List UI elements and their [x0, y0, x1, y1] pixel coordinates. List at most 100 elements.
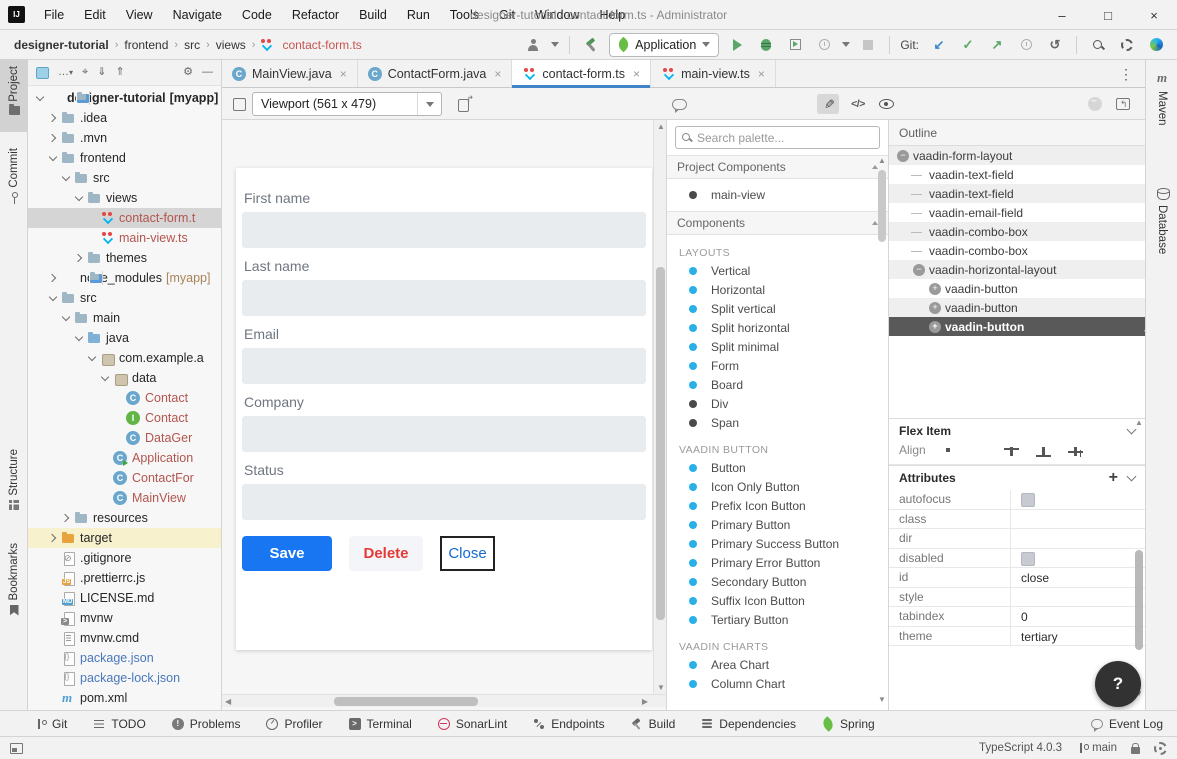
stop-button[interactable]	[857, 34, 879, 56]
palette-row[interactable]: Vertical	[667, 261, 888, 280]
tree-row[interactable]: pom.xml	[28, 688, 221, 708]
tool-window-button[interactable]: Profiler	[266, 717, 322, 731]
scrollbar-thumb[interactable]	[334, 697, 478, 706]
menu-item[interactable]: Navigate	[164, 5, 231, 25]
git-rollback-button[interactable]: ↺	[1044, 34, 1066, 56]
search-everywhere-button[interactable]	[1087, 34, 1109, 56]
align-option-icon[interactable]	[1003, 445, 1021, 458]
tree-chevron-icon[interactable]	[47, 272, 59, 284]
expand-all-icon[interactable]: ⇓	[97, 67, 106, 78]
tree-chevron-icon[interactable]	[47, 112, 59, 124]
chevron-down-icon[interactable]	[842, 42, 850, 47]
tool-window-button[interactable]: Git	[34, 717, 67, 731]
tree-chevron-icon[interactable]	[47, 672, 59, 684]
user-profile-button[interactable]	[522, 34, 544, 56]
tree-chevron-icon[interactable]	[86, 212, 98, 224]
outline-expander-icon[interactable]	[929, 283, 941, 295]
canvas-vertical-scrollbar[interactable]: ▲ ▼	[653, 120, 666, 694]
tree-row[interactable]: contact-form.t	[28, 208, 221, 228]
outline-row[interactable]: vaadin-text-field	[889, 165, 1145, 184]
palette-row[interactable]: Secondary Button	[667, 572, 888, 591]
editor-tab[interactable]: contact-form.ts ×	[512, 60, 651, 87]
attribute-value[interactable]	[1011, 529, 1145, 548]
palette-row[interactable]: Icon Only Button	[667, 477, 888, 496]
tool-tab-project[interactable]: Project	[0, 60, 28, 132]
close-tab-icon[interactable]: ×	[494, 67, 501, 81]
viewport-size-select[interactable]: Viewport (561 x 479)	[252, 92, 442, 116]
tree-chevron-icon[interactable]	[86, 352, 98, 364]
tree-row[interactable]: .prettierrc.js	[28, 568, 221, 588]
palette-row[interactable]: Horizontal	[667, 280, 888, 299]
scroll-up-icon[interactable]: ▲	[878, 156, 886, 165]
palette-row[interactable]: Area Chart	[667, 655, 888, 674]
close-tab-icon[interactable]: ×	[340, 67, 347, 81]
form-button[interactable]: Close	[440, 536, 495, 571]
attribute-row[interactable]: theme tertiary	[889, 627, 1145, 647]
rotate-viewport-button[interactable]	[454, 94, 476, 114]
tree-row[interactable]: node_modules [myapp]	[28, 268, 221, 288]
tree-row[interactable]: designer-tutorial [myapp] C	[28, 88, 221, 108]
outline-expander-icon[interactable]	[913, 226, 925, 238]
run-button[interactable]	[726, 34, 748, 56]
breadcrumb-item[interactable]: views	[214, 38, 248, 52]
palette-row[interactable]: Primary Button	[667, 515, 888, 534]
outline-expander-icon[interactable]	[929, 302, 941, 314]
field-input[interactable]	[242, 212, 646, 248]
tool-tab-structure[interactable]: Structure	[0, 443, 28, 527]
editor-tab[interactable]: ContactForm.java ×	[358, 60, 513, 87]
palette-row[interactable]: Column Chart	[667, 674, 888, 693]
align-option-icon[interactable]	[939, 445, 957, 458]
canvas-horizontal-scrollbar[interactable]: ◀ ▶	[222, 694, 666, 707]
attribute-row[interactable]: disabled	[889, 549, 1145, 569]
run-configuration-select[interactable]: Application	[609, 33, 719, 57]
palette-scrollbar[interactable]: ▲ ▼	[878, 156, 887, 704]
tree-chevron-icon[interactable]	[73, 252, 85, 264]
breadcrumb-item[interactable]: src	[182, 38, 202, 52]
event-log-button[interactable]: Event Log	[1091, 717, 1163, 731]
tree-chevron-icon[interactable]	[47, 572, 59, 584]
tree-row[interactable]: MainView	[28, 488, 221, 508]
hide-panel-icon[interactable]: —	[202, 67, 213, 78]
outline-expander-icon[interactable]	[913, 188, 925, 200]
scrollbar-thumb[interactable]	[656, 267, 665, 620]
attribute-value[interactable]: close	[1011, 568, 1145, 587]
git-history-button[interactable]	[1015, 34, 1037, 56]
tree-row[interactable]: mvnw	[28, 608, 221, 628]
tool-window-button[interactable]: Build	[631, 717, 676, 731]
tool-window-switcher-icon[interactable]	[10, 743, 23, 754]
tree-row[interactable]: data	[28, 368, 221, 388]
field-input[interactable]	[242, 484, 646, 520]
tree-row[interactable]: resources	[28, 508, 221, 528]
outline-row[interactable]: vaadin-combo-box	[889, 241, 1145, 260]
palette-row[interactable]: VAADIN BUTTON	[667, 432, 888, 458]
git-push-button[interactable]: ↗	[986, 34, 1008, 56]
outline-row[interactable]: vaadin-form-layout	[889, 146, 1145, 165]
attribute-value[interactable]: 0	[1011, 607, 1145, 626]
tool-window-button[interactable]: Terminal	[349, 717, 412, 731]
breadcrumb-file[interactable]: contact-form.ts	[259, 38, 361, 52]
tree-row[interactable]: java	[28, 328, 221, 348]
designer-canvas[interactable]: First name Last name Email	[222, 120, 666, 710]
settings-button[interactable]	[1116, 34, 1138, 56]
attributes-header[interactable]: Attributes +	[889, 466, 1145, 490]
tree-row[interactable]: package.json	[28, 648, 221, 668]
field-input[interactable]	[242, 348, 646, 384]
attribute-value[interactable]	[1011, 588, 1145, 607]
maximize-button[interactable]: □	[1085, 0, 1131, 30]
menu-item[interactable]: Edit	[75, 5, 115, 25]
form-field[interactable]: Status	[242, 462, 646, 520]
tree-chevron-icon[interactable]	[99, 472, 111, 484]
close-tab-icon[interactable]: ×	[758, 67, 765, 81]
tool-tab-commit[interactable]: Commit	[0, 142, 28, 220]
view-options-button[interactable]: …▾	[58, 67, 73, 78]
tree-chevron-icon[interactable]	[86, 232, 98, 244]
preview-mode-button[interactable]	[875, 94, 897, 114]
lock-icon[interactable]	[1131, 747, 1140, 754]
code-mode-button[interactable]: </>	[847, 94, 869, 114]
viewport-dropdown-button[interactable]	[417, 93, 441, 115]
outline-expander-icon[interactable]	[929, 321, 941, 333]
attribute-row[interactable]: id close	[889, 568, 1145, 588]
tree-chevron-icon[interactable]	[99, 452, 111, 464]
help-button[interactable]: ?	[1095, 661, 1141, 707]
attribute-row[interactable]: tabindex 0	[889, 607, 1145, 627]
